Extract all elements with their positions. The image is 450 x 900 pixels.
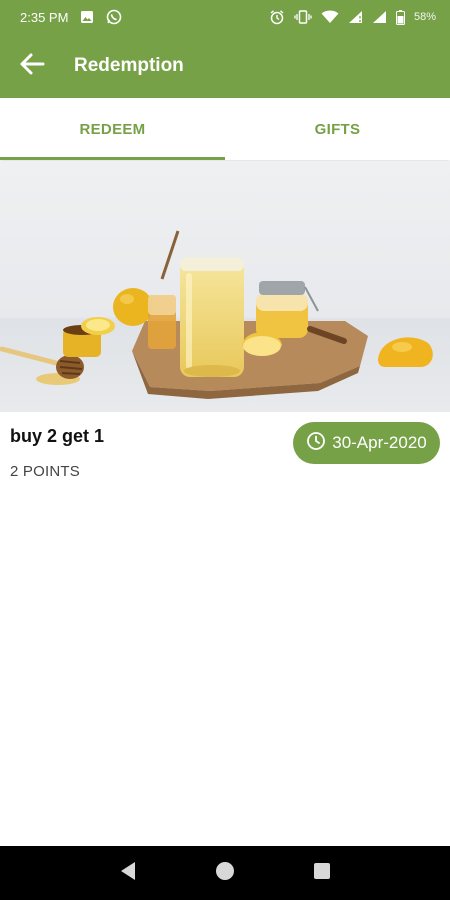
page-title: Redemption [74, 55, 184, 76]
nav-back-button[interactable] [108, 853, 148, 893]
reward-title: buy 2 get 1 [10, 426, 105, 446]
image-icon [80, 10, 94, 24]
expiry-date: 30-Apr-2020 [332, 433, 427, 452]
nav-home-button[interactable] [205, 853, 245, 893]
alarm-icon [269, 9, 285, 25]
battery-icon [395, 9, 405, 25]
back-button[interactable] [0, 34, 64, 98]
signal-icon [372, 10, 387, 24]
back-triangle-icon [118, 860, 138, 887]
tab-gifts[interactable]: GIFTS [225, 98, 450, 160]
status-bar: 2:35 PM 58% [0, 0, 450, 34]
home-circle-icon [215, 861, 235, 886]
arrow-left-icon [19, 53, 45, 80]
reward-points: 2 POINTS [10, 463, 80, 480]
recents-square-icon [312, 861, 332, 886]
reward-image[interactable] [0, 161, 450, 412]
system-nav-bar [0, 846, 450, 900]
app-bar: Redemption [0, 34, 450, 98]
vibrate-icon [294, 9, 312, 25]
tab-bar: REDEEM GIFTS [0, 98, 450, 160]
nav-recents-button[interactable] [302, 853, 342, 893]
status-time: 2:35 PM [20, 9, 69, 25]
signal-icon [348, 10, 363, 24]
wifi-icon [321, 10, 339, 24]
clock-icon [306, 431, 326, 456]
battery-percent: 58% [413, 11, 436, 23]
whatsapp-icon [106, 9, 122, 25]
tab-redeem[interactable]: REDEEM [0, 98, 225, 160]
expiry-badge: 30-Apr-2020 [293, 422, 440, 464]
